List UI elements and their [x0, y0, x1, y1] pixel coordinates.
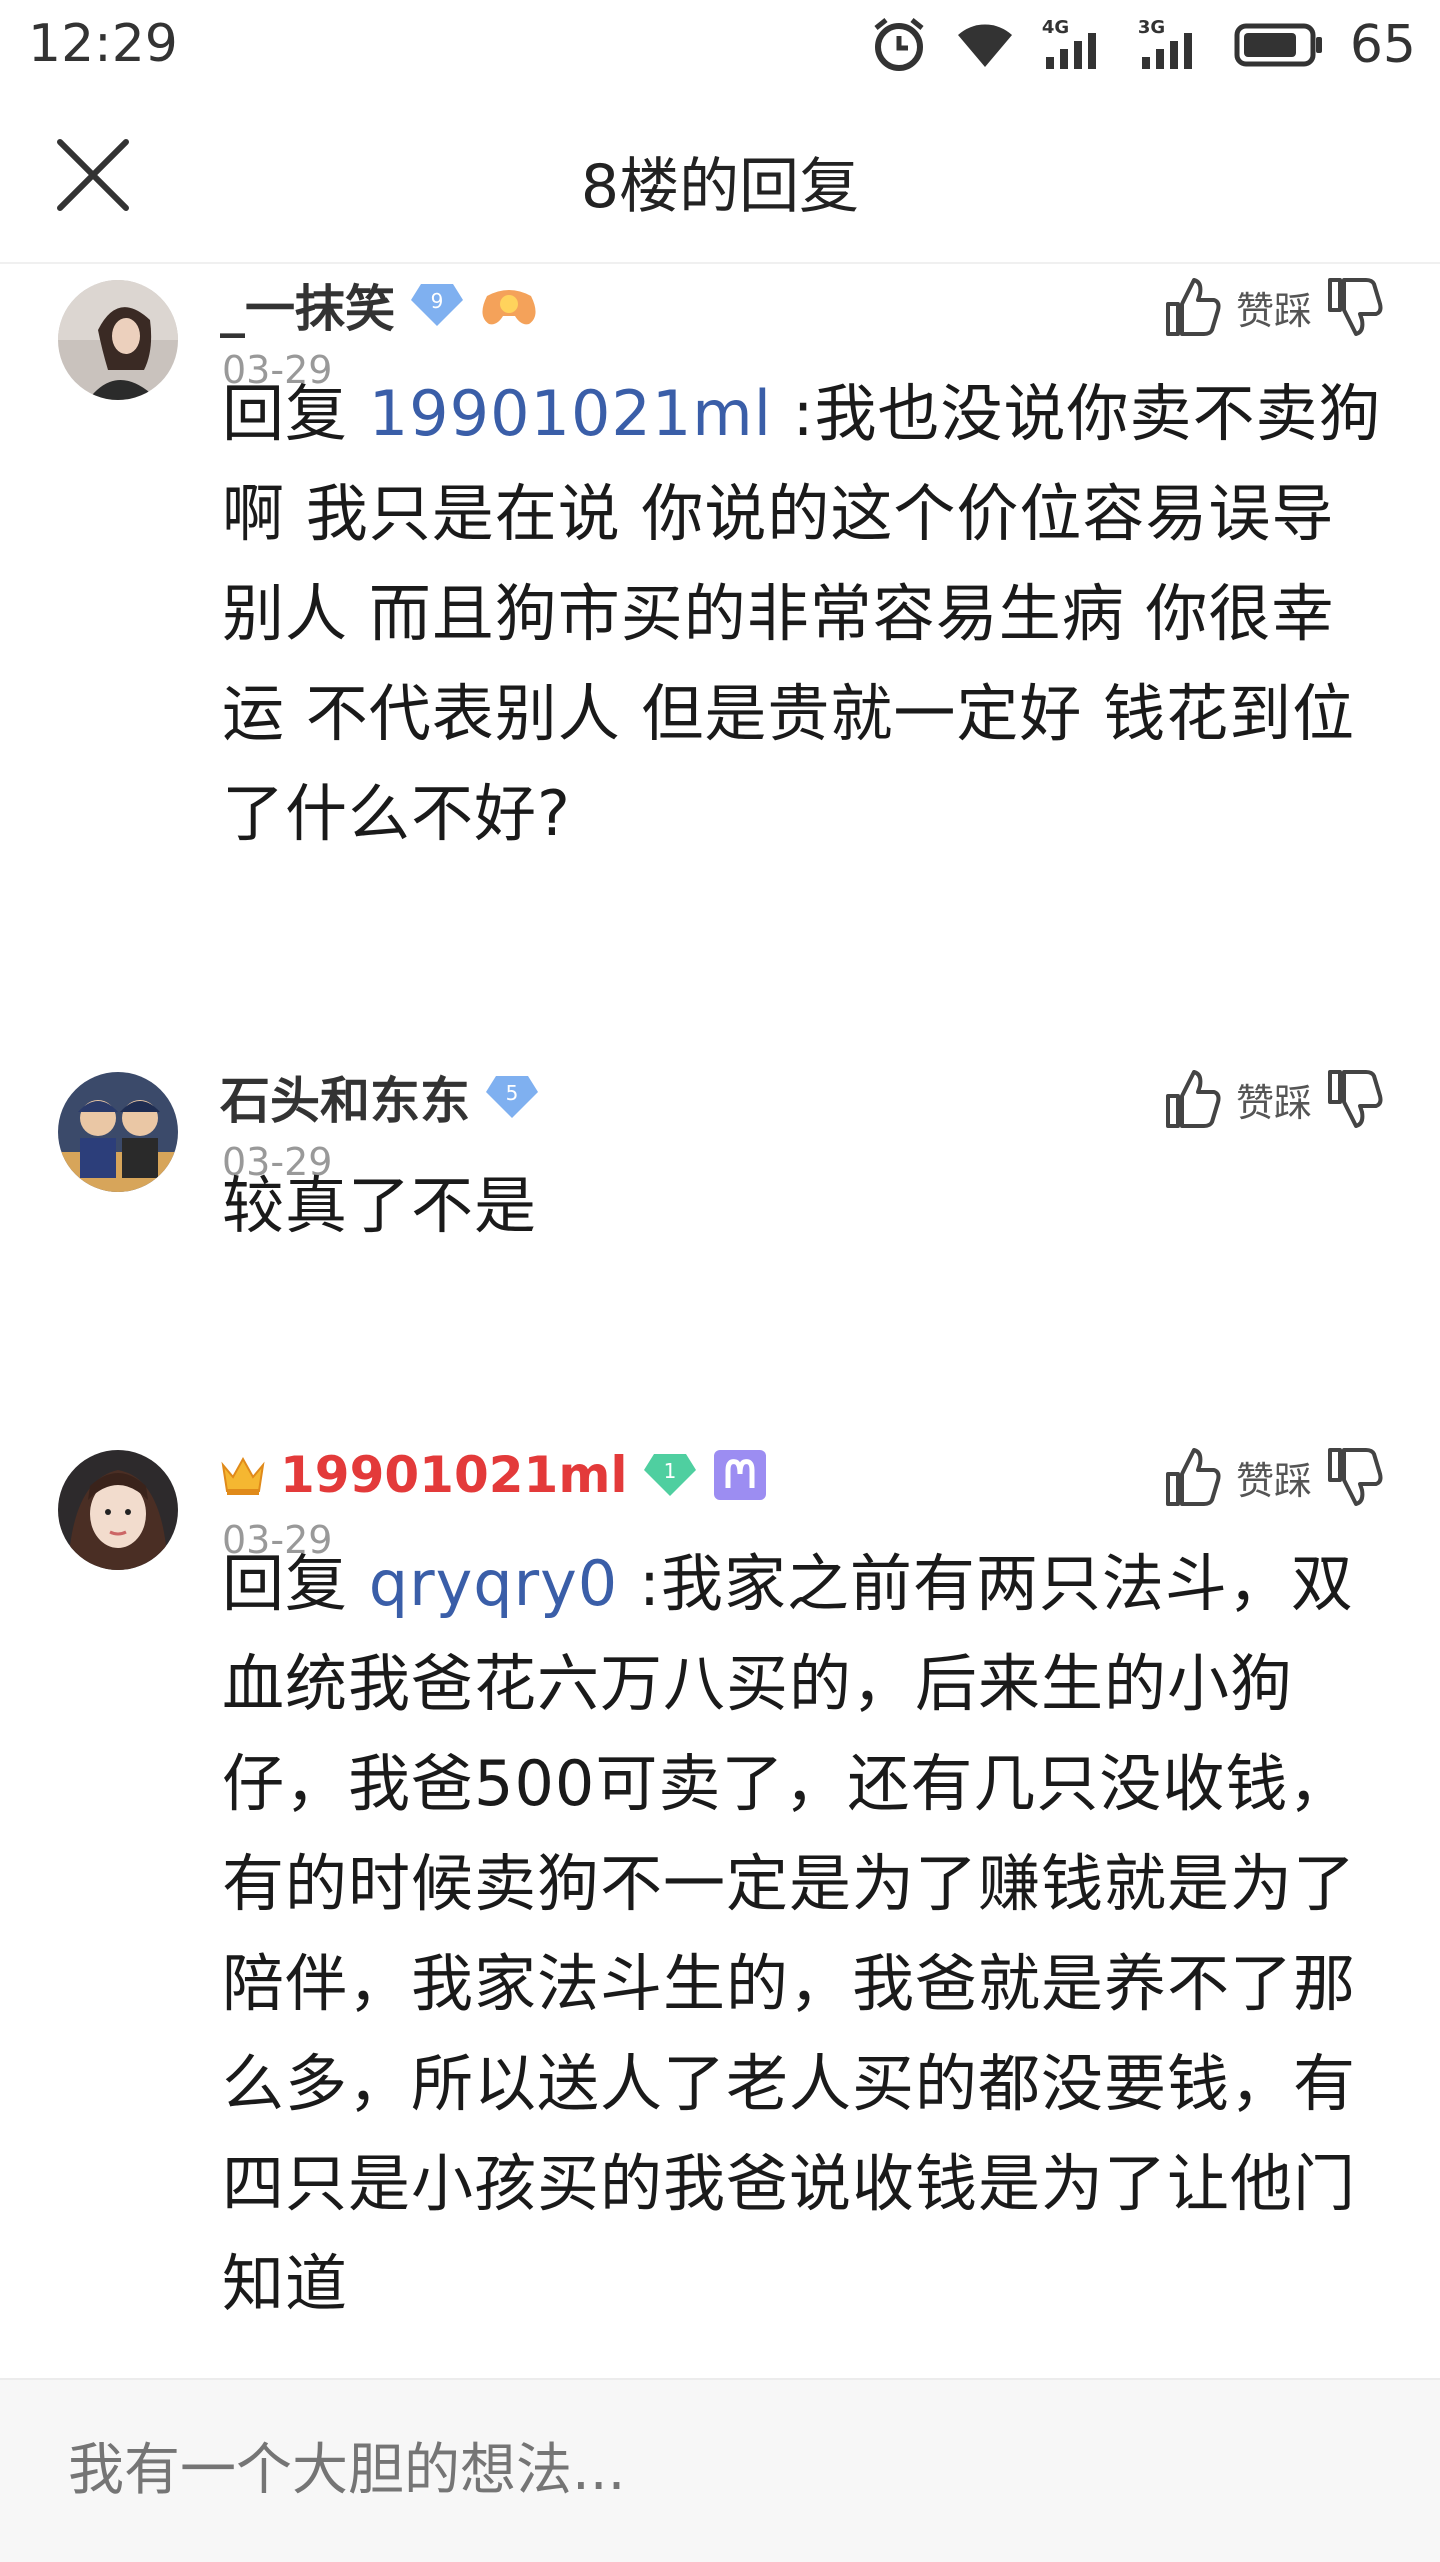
- username-row: 石头和东东 5: [220, 1062, 540, 1132]
- vote-actions: 赞踩: [1164, 1064, 1384, 1134]
- mention-link[interactable]: 19901021ml: [369, 377, 772, 450]
- page-title: 8楼的回复: [580, 152, 860, 222]
- like-dislike-label: 赞踩: [1235, 1458, 1312, 1503]
- avatar[interactable]: [58, 1450, 178, 1570]
- username-row: _一抹笑 9: [220, 270, 539, 340]
- level-badge-icon: 5: [486, 1076, 538, 1118]
- like-dislike-label: 赞踩: [1235, 288, 1312, 333]
- reply-list[interactable]: _一抹笑 9 03-29 赞踩 回复 19901021ml :我也没说你卖不卖狗…: [0, 264, 1440, 2374]
- list-item: _一抹笑 9 03-29 赞踩 回复 19901021ml :我也没说你卖不卖狗…: [0, 264, 1440, 1044]
- thumbs-up-icon[interactable]: [1164, 1446, 1222, 1508]
- vote-actions: 赞踩: [1164, 272, 1384, 342]
- reply-bar: [0, 2378, 1440, 2562]
- crown-icon: [221, 1456, 265, 1495]
- avatar[interactable]: [58, 280, 178, 400]
- like-dislike-label: 赞踩: [1235, 1080, 1312, 1125]
- reply-content: 较真了不是: [222, 1169, 538, 1242]
- status-icons: 4G 3G 65: [870, 10, 1416, 80]
- reply-content: 回复 19901021ml :我也没说你卖不卖狗啊 我只是在说 你说的这个价位容…: [222, 377, 1382, 850]
- list-item: 石头和东东 5 03-29 赞踩 较真了不是: [0, 1056, 1440, 1416]
- mention-link[interactable]: qryqry0: [369, 1547, 619, 1620]
- thumbs-down-icon[interactable]: [1326, 1446, 1384, 1508]
- avatar[interactable]: [58, 1072, 178, 1192]
- gamepad-icon: [482, 290, 536, 325]
- svg-text:9: 9: [431, 289, 444, 313]
- signal-3g-icon: 3G: [1138, 17, 1208, 73]
- alarm-icon: [874, 18, 924, 71]
- list-item: 19901021ml 1 03-29 赞踩 回复 qryqry0 :我家之前有两…: [0, 1434, 1440, 2374]
- zodiac-aries-icon: [713, 1450, 766, 1500]
- svg-text:5: 5: [506, 1081, 519, 1105]
- thumbs-down-icon[interactable]: [1326, 276, 1384, 338]
- signal-4g-icon: 4G: [1042, 17, 1112, 73]
- username-row: 19901021ml 1: [220, 1440, 768, 1510]
- vote-actions: 赞踩: [1164, 1442, 1384, 1512]
- battery-icon: [1234, 23, 1322, 67]
- username[interactable]: 19901021ml: [280, 1446, 628, 1504]
- reply-input[interactable]: [68, 2430, 1368, 2510]
- level-badge-icon: 9: [411, 284, 463, 326]
- wifi-icon: [957, 24, 1012, 67]
- thumbs-down-icon[interactable]: [1326, 1068, 1384, 1130]
- username[interactable]: 石头和东东: [220, 1061, 470, 1133]
- status-time: 12:29: [28, 14, 178, 74]
- reply-content: 回复 qryqry0 :我家之前有两只法斗，双血统我爸花六万八买的，后来生的小狗…: [222, 1547, 1357, 2320]
- thumbs-up-icon[interactable]: [1164, 276, 1222, 338]
- level-badge-icon: 1: [643, 1454, 696, 1496]
- username[interactable]: _一抹笑: [220, 269, 395, 341]
- svg-text:1: 1: [663, 1459, 676, 1483]
- thumbs-up-icon[interactable]: [1164, 1068, 1222, 1130]
- status-bar: 12:29 4G 3G 65: [0, 0, 1440, 90]
- page-header: 8楼的回复: [0, 90, 1440, 264]
- battery-percent: 65: [1349, 15, 1416, 75]
